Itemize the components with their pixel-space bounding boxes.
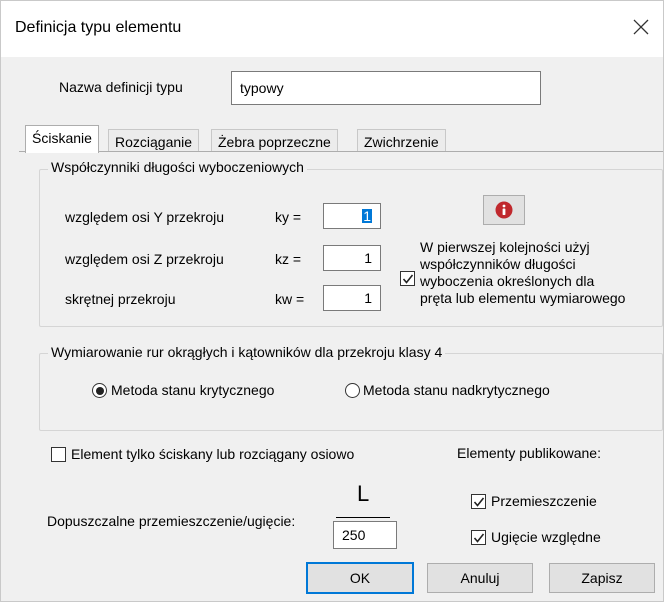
displacement-checkbox[interactable]: [471, 494, 486, 509]
info-button[interactable]: [483, 195, 525, 225]
deflection-label: Dopuszczalne przemieszczenie/ugięcie:: [47, 513, 296, 529]
name-definition-input[interactable]: [231, 71, 541, 105]
close-button[interactable]: [625, 13, 657, 41]
pipe-angle-group-legend: Wymiarowanie rur okrągłych i kątowników …: [48, 344, 446, 360]
dialog-window: Definicja typu elementu Nazwa definicji …: [0, 0, 664, 602]
published-heading: Elementy publikowane:: [457, 445, 601, 461]
axis-z-label: względem osi Z przekroju: [65, 251, 224, 267]
buckling-group-legend: Współczynniki długości wyboczeniowych: [48, 159, 307, 175]
supercritical-state-radio[interactable]: [345, 383, 360, 398]
ky-label: ky =: [275, 209, 302, 225]
kz-input[interactable]: 1: [323, 245, 381, 271]
supercritical-state-label: Metoda stanu nadkrytycznego: [363, 382, 550, 398]
tab-compression[interactable]: Ściskanie: [25, 125, 99, 153]
axial-only-checkbox[interactable]: [51, 447, 66, 462]
name-definition-label: Nazwa definicji typu: [59, 79, 183, 95]
ok-button[interactable]: OK: [306, 562, 414, 594]
torsional-label: skrętnej przekroju: [65, 291, 176, 307]
title-bar: Definicja typu elementu: [1, 1, 663, 57]
ky-input[interactable]: 1: [323, 203, 381, 229]
priority-text-line: pręta lub elementu wymiarowego: [420, 290, 626, 306]
critical-state-label: Metoda stanu krytycznego: [111, 382, 275, 398]
deflection-denominator-input[interactable]: 250: [333, 521, 397, 549]
axial-only-label: Element tylko ściskany lub rozciągany os…: [71, 446, 355, 462]
priority-text-line: W pierwszej kolejności użyj: [420, 239, 590, 255]
window-title: Definicja typu elementu: [15, 19, 182, 36]
relative-deflection-checkbox[interactable]: [471, 530, 486, 545]
priority-text-line: współczynników długości: [420, 256, 576, 272]
cancel-button[interactable]: Anuluj: [427, 563, 533, 593]
kw-input[interactable]: 1: [323, 285, 381, 311]
kw-label: kw =: [275, 291, 305, 307]
fraction-bar: [336, 517, 390, 518]
relative-deflection-label: Ugięcie względne: [491, 529, 601, 545]
close-icon: [633, 19, 649, 35]
info-icon: [495, 201, 513, 219]
tab-tension[interactable]: Rozciąganie: [108, 129, 200, 153]
priority-text: W pierwszej kolejności użyj współczynnik…: [420, 239, 625, 307]
radio-selected-dot: [95, 386, 104, 395]
axis-y-label: względem osi Y przekroju: [65, 209, 225, 225]
kz-label: kz =: [275, 251, 302, 267]
tab-transverse-ribs[interactable]: Żebra poprzeczne: [211, 129, 338, 153]
checkmark-icon: [473, 497, 484, 507]
priority-text-line: wyboczenia określonych dla: [420, 273, 595, 289]
priority-checkbox[interactable]: [400, 271, 415, 286]
displacement-label: Przemieszczenie: [491, 493, 597, 509]
save-button[interactable]: Zapisz: [549, 563, 655, 593]
checkmark-icon: [402, 274, 413, 284]
tab-lateral-buckling[interactable]: Zwichrzenie: [357, 129, 446, 153]
ky-value: 1: [362, 208, 372, 224]
deflection-numerator: L: [357, 481, 370, 506]
critical-state-radio[interactable]: [92, 383, 107, 398]
checkmark-icon: [473, 533, 484, 543]
